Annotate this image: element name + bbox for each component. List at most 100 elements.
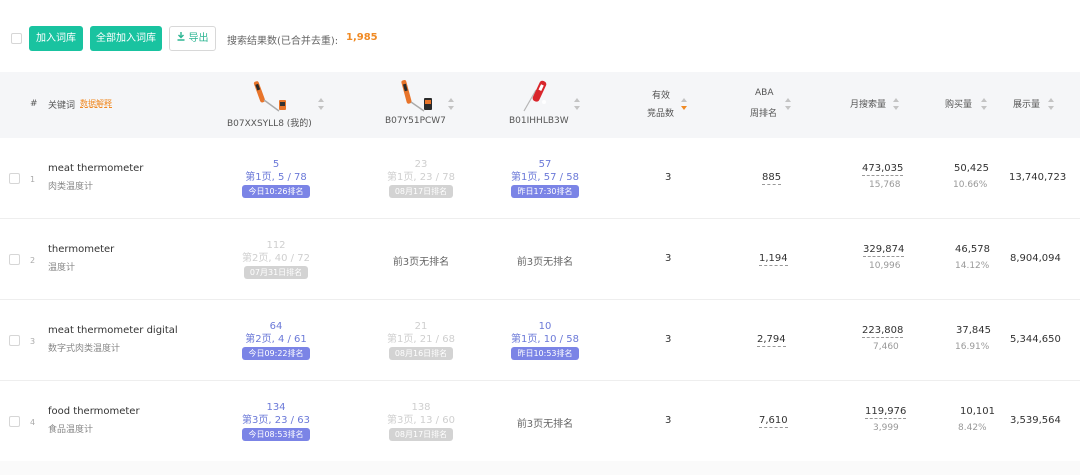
monthly-search[interactable]: 473,035: [862, 163, 904, 176]
sort-monthly-search-icon[interactable]: [893, 98, 900, 110]
competitor-count: 3: [665, 172, 672, 183]
row-checkbox[interactable]: [9, 335, 20, 346]
rank-time-badge: 07月31日排名: [243, 266, 309, 279]
export-button[interactable]: 导出: [169, 26, 216, 51]
data-explain-link[interactable]: 数据解释: [80, 98, 112, 109]
row-checkbox[interactable]: [9, 254, 20, 265]
keyword-text[interactable]: meat thermometer digital: [48, 325, 178, 336]
sort-impressions-icon[interactable]: [1048, 98, 1055, 110]
rank-time-badge: 昨日17:30排名: [511, 185, 579, 198]
table-row[interactable]: 2 thermometer 温度计 112 第2页, 40 / 72 07月31…: [0, 219, 1080, 300]
competitor-count: 3: [665, 334, 672, 345]
row-checkbox[interactable]: [9, 416, 20, 427]
rank-number: 112: [266, 240, 286, 251]
rank-time-badge: 今日10:26排名: [242, 185, 310, 198]
keyword-translation: 食品温度计: [48, 425, 94, 435]
aba-rank[interactable]: 885: [762, 172, 782, 185]
result-count-label: 搜索结果数(已合并去重):: [227, 36, 339, 47]
product-image-asin-2[interactable]: [398, 78, 434, 114]
monthly-search-sub: 3,999: [873, 423, 899, 433]
impressions: 3,539,564: [1010, 415, 1061, 426]
rank-asin-1[interactable]: 64 第2页, 4 / 61 今日09:22排名: [216, 320, 336, 360]
rank-page: 第3页, 23 / 63: [242, 415, 310, 426]
purchases: 50,425: [954, 163, 989, 174]
rank-asin-2[interactable]: 21 第1页, 21 / 68 08月16日排名: [361, 320, 481, 360]
rank-number: 21: [414, 321, 428, 332]
rank-time-badge: 08月17日排名: [388, 185, 454, 198]
rank-number: 64: [269, 321, 283, 332]
purchase-rate: 10.66%: [953, 180, 988, 190]
competitor-count: 3: [665, 415, 672, 426]
header-competitors-line2: 竞品数: [647, 109, 675, 119]
header-aba-line2: 周排名: [750, 109, 778, 119]
header-index: #: [30, 99, 38, 109]
rank-page: 第2页, 4 / 61: [245, 334, 307, 345]
keyword-text[interactable]: meat thermometer: [48, 163, 143, 174]
header-keyword: 关键词: [48, 101, 76, 111]
sort-asin-1-icon[interactable]: [318, 98, 325, 110]
purchase-rate: 16.91%: [955, 342, 990, 352]
add-all-to-library-button[interactable]: 全部加入词库: [90, 26, 162, 51]
table-row[interactable]: 1 meat thermometer 肉类温度计 5 第1页, 5 / 78 今…: [0, 138, 1080, 219]
monthly-search-sub: 15,768: [869, 180, 901, 190]
rank-page: 第3页, 13 / 60: [387, 415, 455, 426]
sort-asin-3-icon[interactable]: [574, 98, 581, 110]
rank-asin-2[interactable]: 138 第3页, 13 / 60 08月17日排名: [361, 401, 481, 441]
rank-asin-1[interactable]: 134 第3页, 23 / 63 今日08:53排名: [216, 401, 336, 441]
rank-number: 57: [538, 159, 552, 170]
rank-number: 134: [266, 402, 286, 413]
sort-aba-icon[interactable]: [785, 98, 792, 110]
aba-rank[interactable]: 7,610: [759, 415, 788, 428]
select-all-checkbox[interactable]: [11, 33, 22, 44]
table-row[interactable]: 4 food thermometer 食品温度计 134 第3页, 23 / 6…: [0, 381, 1080, 462]
row-checkbox[interactable]: [9, 173, 20, 184]
rank-time-badge: 08月16日排名: [388, 347, 454, 360]
asin-2-label: B07Y51PCW7: [385, 116, 446, 126]
row-index: 2: [30, 256, 36, 265]
keyword-text[interactable]: food thermometer: [48, 406, 140, 417]
rank-asin-3-none: 前3页无排名: [516, 257, 574, 268]
table-row[interactable]: 3 meat thermometer digital 数字式肉类温度计 64 第…: [0, 300, 1080, 381]
monthly-search-sub: 7,460: [873, 342, 899, 352]
rank-number: 138: [411, 402, 431, 413]
sort-competitors-icon[interactable]: [681, 98, 688, 110]
rank-asin-3-none: 前3页无排名: [516, 419, 574, 430]
aba-rank[interactable]: 2,794: [757, 334, 786, 347]
purchases: 10,101: [960, 406, 995, 417]
asin-3-label: B01IHHLB3W: [509, 116, 569, 126]
monthly-search[interactable]: 119,976: [865, 406, 907, 419]
keyword-translation: 数字式肉类温度计: [48, 344, 121, 354]
monthly-search[interactable]: 223,808: [862, 325, 904, 338]
rank-page: 第1页, 23 / 78: [387, 172, 455, 183]
monthly-search-sub: 10,996: [869, 261, 901, 271]
monthly-search[interactable]: 329,874: [863, 244, 905, 257]
rank-page: 第1页, 57 / 58: [511, 172, 579, 183]
purchases: 37,845: [956, 325, 991, 336]
rank-page: 第1页, 5 / 78: [245, 172, 307, 183]
impressions: 8,904,094: [1010, 253, 1061, 264]
header-impressions: 展示量: [1013, 100, 1041, 110]
header-aba-line1: ABA: [755, 88, 774, 98]
rank-number: 10: [538, 321, 552, 332]
add-to-library-button[interactable]: 加入词库: [29, 26, 83, 51]
rank-asin-1[interactable]: 5 第1页, 5 / 78 今日10:26排名: [216, 158, 336, 198]
impressions: 5,344,650: [1010, 334, 1061, 345]
rank-asin-3[interactable]: 10 第1页, 10 / 58 昨日10:53排名: [485, 320, 605, 360]
impressions: 13,740,723: [1009, 172, 1067, 183]
download-icon: [177, 28, 185, 51]
sort-asin-2-icon[interactable]: [448, 98, 455, 110]
rank-asin-2[interactable]: 23 第1页, 23 / 78 08月17日排名: [361, 158, 481, 198]
rank-time-badge: 今日09:22排名: [242, 347, 310, 360]
product-image-asin-3[interactable]: [520, 78, 556, 114]
row-index: 4: [30, 418, 36, 427]
rank-number: 5: [272, 159, 280, 170]
product-image-asin-1[interactable]: [252, 78, 288, 114]
header-monthly-search: 月搜索量: [850, 100, 887, 110]
keyword-text[interactable]: thermometer: [48, 244, 114, 255]
rank-asin-1[interactable]: 112 第2页, 40 / 72 07月31日排名: [216, 239, 336, 279]
aba-rank[interactable]: 1,194: [759, 253, 788, 266]
keyword-translation: 温度计: [48, 263, 76, 273]
purchases: 46,578: [955, 244, 990, 255]
rank-asin-3[interactable]: 57 第1页, 57 / 58 昨日17:30排名: [485, 158, 605, 198]
sort-purchases-icon[interactable]: [981, 98, 988, 110]
